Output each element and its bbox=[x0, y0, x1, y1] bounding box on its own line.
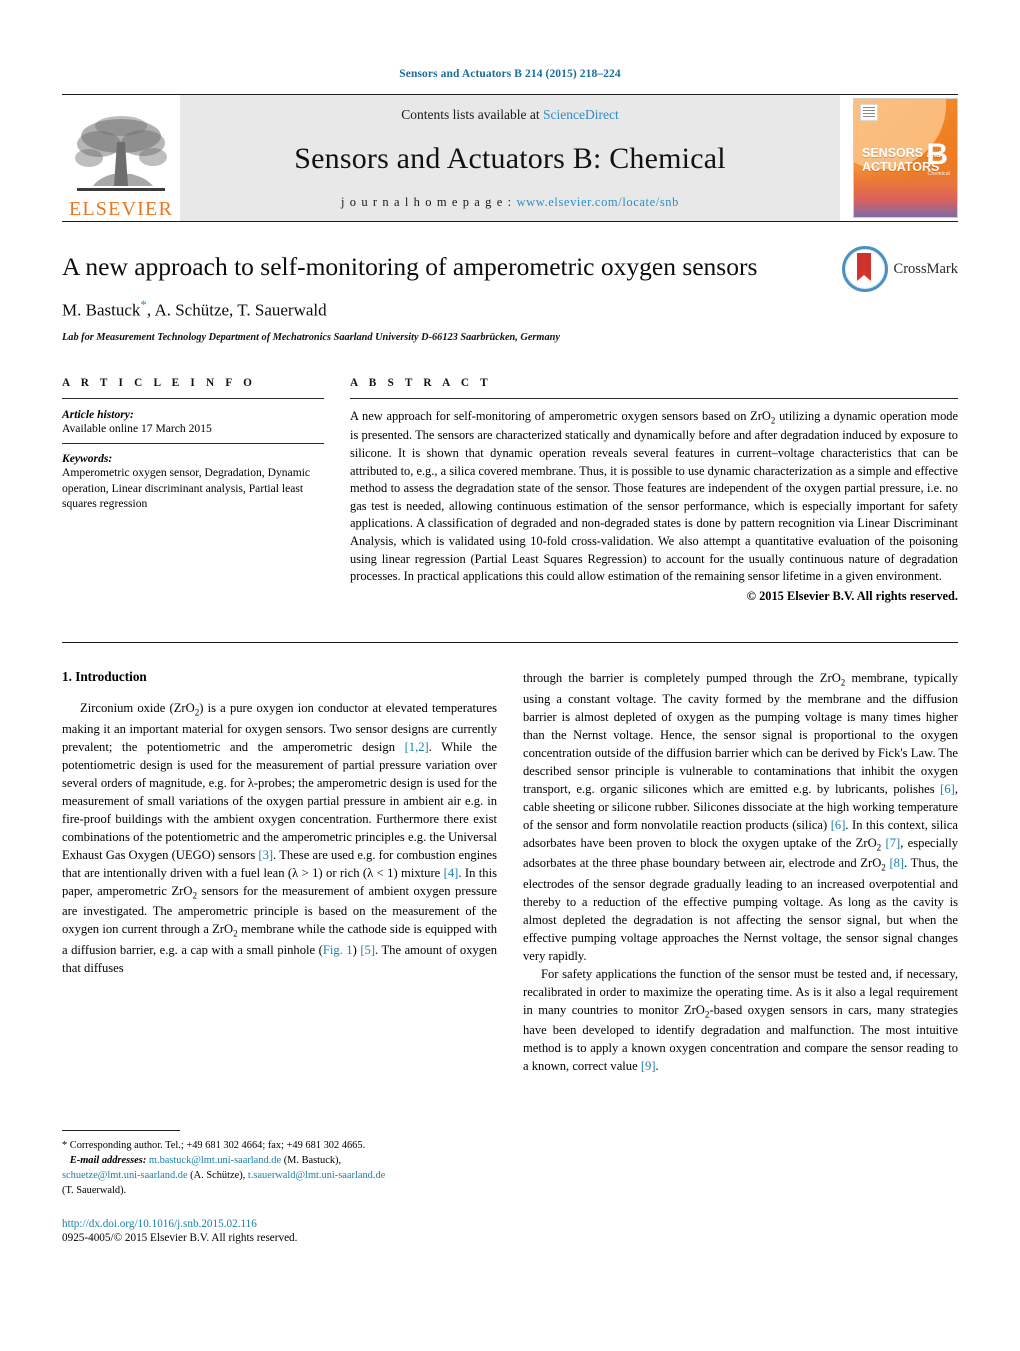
title-block: A new approach to self-monitoring of amp… bbox=[62, 246, 958, 344]
body-two-columns: 1. Introduction Zirconium oxide (ZrO2) i… bbox=[62, 669, 958, 1075]
author-affiliation: Lab for Measurement Technology Departmen… bbox=[62, 332, 560, 344]
article-info-column: A R T I C L E I N F O Article history: A… bbox=[62, 377, 350, 616]
abstract-text: A new approach for self-monitoring of am… bbox=[350, 409, 958, 584]
issn-copyright-line: 0925-4005/© 2015 Elsevier B.V. All right… bbox=[62, 1232, 298, 1244]
contents-lists-line: Contents lists available at ScienceDirec… bbox=[401, 107, 618, 123]
running-head: Sensors and Actuators B 214 (2015) 218–2… bbox=[399, 68, 621, 80]
crossmark-icon bbox=[841, 246, 888, 292]
footnote-text: * Corresponding author. Tel.; +49 681 30… bbox=[62, 1138, 497, 1198]
doi-block: http://dx.doi.org/10.1016/j.snb.2015.02.… bbox=[62, 1218, 522, 1244]
paper-page: Sensors and Actuators B 214 (2015) 218–2… bbox=[0, 0, 1020, 1351]
abstract-copyright: © 2015 Elsevier B.V. All rights reserved… bbox=[746, 588, 958, 603]
contents-prefix: Contents lists available at bbox=[401, 107, 543, 122]
crossmark-badge[interactable]: CrossMark bbox=[841, 246, 958, 292]
masthead-center: Contents lists available at ScienceDirec… bbox=[180, 95, 840, 221]
elsevier-logo: ELSEVIER bbox=[62, 95, 180, 221]
masthead-bottom-rule bbox=[62, 221, 958, 222]
body-left-column: 1. Introduction Zirconium oxide (ZrO2) i… bbox=[62, 669, 497, 1075]
intro-paragraph-left: Zirconium oxide (ZrO2) is a pure oxygen … bbox=[62, 701, 497, 975]
article-info-rule bbox=[62, 398, 324, 400]
sciencedirect-link[interactable]: ScienceDirect bbox=[543, 107, 619, 122]
article-history-label: Article history: bbox=[62, 408, 134, 422]
intro-paragraph-right-2: For safety applications the function of … bbox=[523, 966, 958, 1074]
cover-line1: SENSORS bbox=[862, 146, 924, 160]
cover-series-letter: B bbox=[926, 138, 948, 171]
body-right-column: through the barrier is completely pumped… bbox=[523, 669, 958, 1075]
section-heading-introduction: 1. Introduction bbox=[62, 669, 147, 685]
footnote-block: * Corresponding author. Tel.; +49 681 30… bbox=[62, 1130, 497, 1198]
journal-cover-thumbnail: SENSORS and ACTUATORS B Chemical bbox=[853, 98, 958, 218]
crossmark-bookmark-shape bbox=[856, 253, 871, 281]
crossmark-label: CrossMark bbox=[893, 260, 958, 277]
email-link-bastuck[interactable]: m.bastuck@lmt.uni-saarland.de bbox=[149, 1155, 281, 1166]
author-list: M. Bastuck*, A. Schütze, T. Sauerwald bbox=[62, 297, 958, 321]
footnote-rule bbox=[62, 1130, 180, 1131]
author-rest: , A. Schütze, T. Sauerwald bbox=[146, 300, 327, 320]
author-first: M. Bastuck bbox=[62, 300, 141, 320]
keywords-rule bbox=[62, 442, 324, 444]
abstract-bottom-rule bbox=[62, 642, 958, 644]
homepage-prefix: j o u r n a l h o m e p a g e : bbox=[340, 195, 517, 209]
email-name-bastuck: (M. Bastuck), bbox=[281, 1155, 342, 1167]
doi-link[interactable]: http://dx.doi.org/10.1016/j.snb.2015.02.… bbox=[62, 1218, 522, 1230]
email-addresses-label: E-mail addresses: bbox=[69, 1155, 147, 1167]
journal-cover-block: SENSORS and ACTUATORS B Chemical bbox=[840, 95, 958, 221]
elsevier-wordmark: ELSEVIER bbox=[68, 198, 174, 220]
page-title: A new approach to self-monitoring of amp… bbox=[62, 252, 758, 281]
abstract-heading: A B S T R A C T bbox=[350, 377, 492, 390]
abstract-rule bbox=[350, 398, 958, 400]
article-history-value: Available online 17 March 2015 bbox=[62, 422, 212, 436]
email-link-schuetze[interactable]: schuetze@lmt.uni-saarland.de bbox=[62, 1170, 188, 1181]
info-abstract-region: A R T I C L E I N F O Article history: A… bbox=[62, 377, 958, 616]
journal-homepage-link[interactable]: www.elsevier.com/locate/snb bbox=[516, 195, 679, 209]
keywords-value: Amperometric oxygen sensor, Degradation,… bbox=[62, 465, 311, 511]
footnote-corresponding: Corresponding author. Tel.; +49 681 302 … bbox=[67, 1140, 366, 1151]
cover-series-sub: Chemical bbox=[927, 171, 950, 177]
email-name-sauerwald: (T. Sauerwald). bbox=[62, 1185, 127, 1197]
elsevier-tree-icon bbox=[75, 116, 167, 191]
keywords-label: Keywords: bbox=[62, 451, 113, 465]
journal-title: Sensors and Actuators B: Chemical bbox=[294, 142, 726, 175]
journal-homepage-line: j o u r n a l h o m e p a g e : www.else… bbox=[341, 195, 679, 210]
cover-elsevier-icon bbox=[860, 104, 878, 121]
intro-paragraph-right-1: through the barrier is completely pumped… bbox=[523, 671, 959, 963]
abstract-column: A B S T R A C T A new approach for self-… bbox=[350, 377, 958, 616]
email-name-schuetze: (A. Schütze), bbox=[187, 1170, 246, 1182]
journal-masthead: ELSEVIER Contents lists available at Sci… bbox=[62, 95, 958, 221]
article-info-heading: A R T I C L E I N F O bbox=[62, 377, 257, 390]
email-link-sauerwald[interactable]: t.sauerwald@lmt.uni-saarland.de bbox=[248, 1170, 385, 1181]
